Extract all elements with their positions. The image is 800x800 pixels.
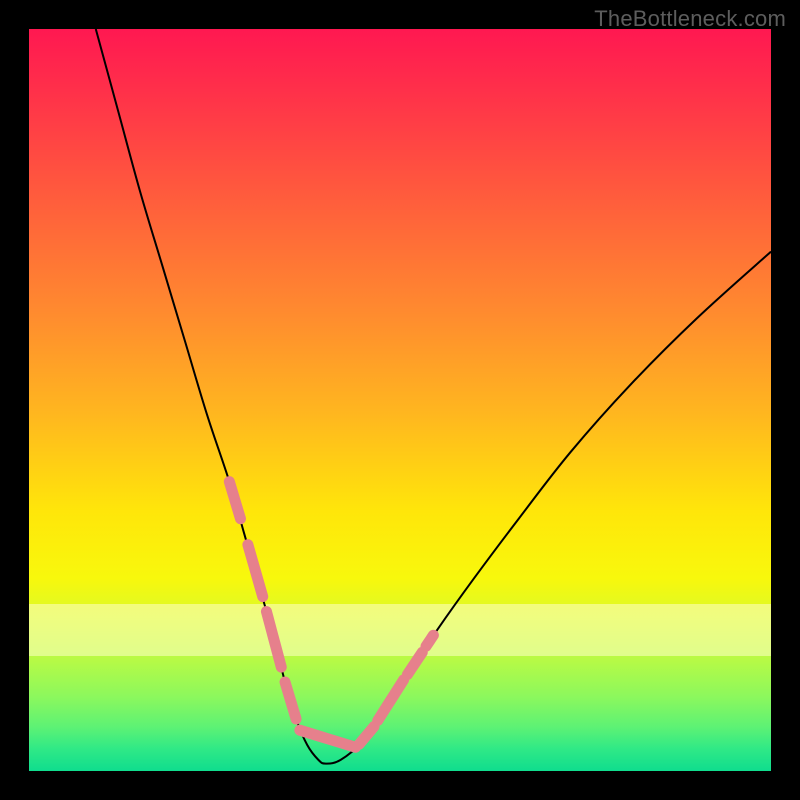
- highlight-segment-2: [266, 611, 281, 667]
- highlight-segment-5: [359, 726, 374, 744]
- highlight-segment-8: [426, 635, 433, 646]
- chart-svg: [29, 29, 771, 771]
- highlight-segment-3: [285, 682, 296, 719]
- highlight-segment-0: [229, 482, 240, 519]
- highlight-segment-1: [248, 545, 263, 597]
- highlight-group: [229, 482, 433, 748]
- plot-area: [29, 29, 771, 771]
- highlight-segment-6: [378, 680, 404, 721]
- app-frame: TheBottleneck.com: [0, 0, 800, 800]
- highlight-segment-7: [407, 652, 422, 674]
- watermark-text: TheBottleneck.com: [594, 6, 786, 32]
- bottleneck-curve-path: [96, 29, 771, 764]
